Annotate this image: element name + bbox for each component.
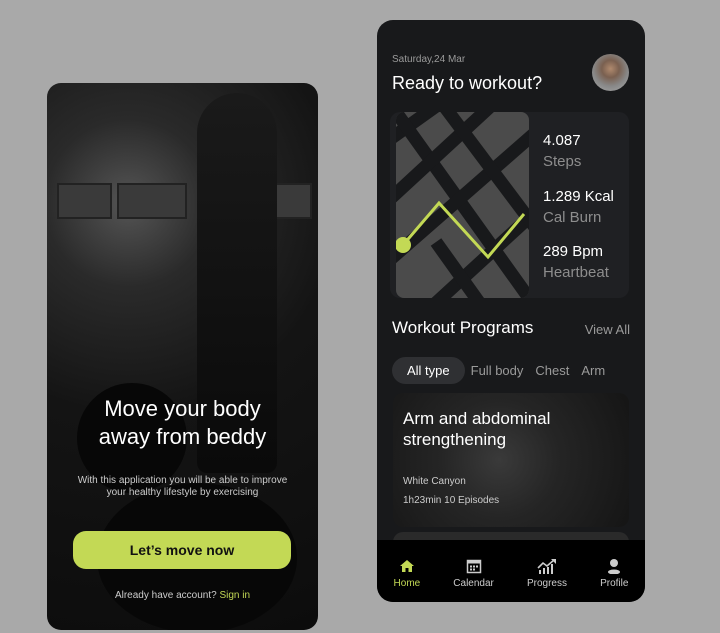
chip-full-body[interactable]: Full body bbox=[465, 357, 530, 384]
chip-chest[interactable]: Chest bbox=[529, 357, 575, 384]
chip-all-type[interactable]: All type bbox=[392, 357, 465, 384]
date-label: Saturday,24 Mar bbox=[392, 54, 466, 65]
signin-row: Already have account? Sign in bbox=[114, 590, 251, 601]
onboarding-screen: Move your body away from beddy With this … bbox=[47, 83, 318, 630]
program-title: Arm and abdominal strengthening bbox=[403, 409, 551, 449]
avatar[interactable] bbox=[592, 54, 629, 91]
stat-calories: 1.289 Kcal Cal Burn bbox=[543, 188, 614, 226]
stats-card: 4.087 Steps 1.289 Kcal Cal Burn 289 Bpm Hea… bbox=[390, 112, 629, 298]
calendar-icon bbox=[466, 559, 481, 573]
route-map bbox=[396, 112, 529, 298]
bottom-nav: Home Calendar Progress Profile bbox=[377, 540, 645, 602]
progress-chart-icon bbox=[537, 558, 556, 574]
lets-move-button[interactable]: Let’s move now bbox=[73, 531, 291, 569]
profile-icon bbox=[608, 558, 621, 574]
nav-profile[interactable]: Profile bbox=[600, 558, 628, 589]
section-title: Workout Programs bbox=[392, 318, 534, 337]
nav-calendar[interactable]: Calendar bbox=[453, 558, 494, 589]
view-all-link[interactable]: View All bbox=[585, 322, 630, 337]
stat-steps: 4.087 Steps bbox=[543, 132, 582, 170]
chip-arm[interactable]: Arm bbox=[575, 357, 611, 384]
sign-in-link[interactable]: Sign in bbox=[219, 590, 250, 601]
filter-chips: All type Full body Chest Arm bbox=[392, 357, 611, 384]
hero-title: Move your body away from beddy bbox=[98, 396, 267, 449]
home-screen: Saturday,24 Mar Ready to workout? 4.087 S… bbox=[377, 20, 645, 602]
greeting-title: Ready to workout? bbox=[392, 73, 543, 93]
program-author: White Canyon bbox=[403, 476, 466, 487]
nav-home[interactable]: Home bbox=[394, 558, 420, 589]
home-icon bbox=[399, 559, 414, 572]
hero-subtitle: With this application you will be able t… bbox=[77, 475, 288, 498]
program-details: 1h23min 10 Episodes bbox=[403, 495, 500, 506]
program-card[interactable]: Arm and abdominal strengthening White Can… bbox=[393, 393, 629, 527]
stat-heartbeat: 289 Bpm Heartbeat bbox=[543, 243, 609, 281]
nav-progress[interactable]: Progress bbox=[527, 558, 567, 589]
